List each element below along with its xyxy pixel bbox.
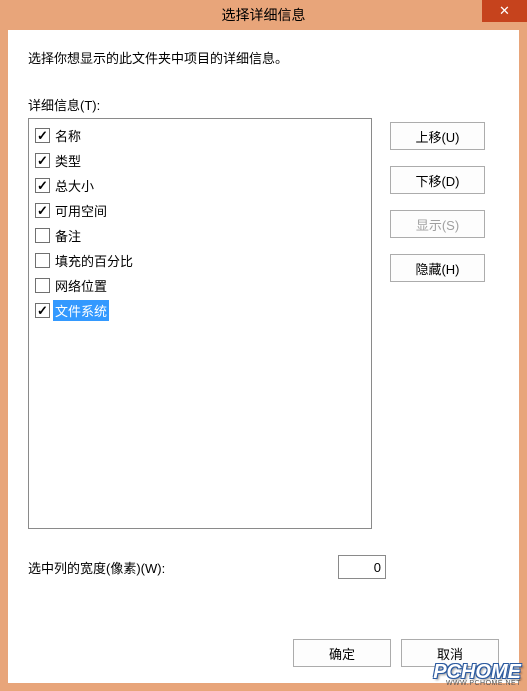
list-item-label: 填充的百分比: [53, 250, 135, 271]
list-item[interactable]: 填充的百分比: [35, 248, 365, 273]
ok-button[interactable]: 确定: [293, 639, 391, 667]
close-button[interactable]: ✕: [482, 0, 527, 22]
list-item-label: 文件系统: [53, 300, 109, 321]
list-item[interactable]: 文件系统: [35, 298, 365, 323]
list-label: 详细信息(T):: [28, 95, 499, 114]
bottom-buttons: 确定 取消: [293, 639, 499, 667]
list-item[interactable]: 备注: [35, 223, 365, 248]
move-up-button[interactable]: 上移(U): [390, 122, 485, 150]
checkbox[interactable]: [35, 153, 50, 168]
details-listbox[interactable]: 名称类型总大小可用空间备注填充的百分比网络位置文件系统: [28, 118, 372, 529]
checkbox[interactable]: [35, 178, 50, 193]
list-item-label: 网络位置: [53, 275, 109, 296]
list-item[interactable]: 可用空间: [35, 198, 365, 223]
width-label: 选中列的宽度(像素)(W):: [28, 558, 165, 577]
list-item[interactable]: 网络位置: [35, 273, 365, 298]
show-button[interactable]: 显示(S): [390, 210, 485, 238]
side-buttons: 上移(U) 下移(D) 显示(S) 隐藏(H): [390, 118, 485, 529]
window-title: 选择详细信息: [222, 5, 306, 25]
move-down-button[interactable]: 下移(D): [390, 166, 485, 194]
instruction-text: 选择你想显示的此文件夹中项目的详细信息。: [28, 48, 499, 67]
list-item-label: 名称: [53, 125, 83, 146]
checkbox[interactable]: [35, 278, 50, 293]
checkbox[interactable]: [35, 303, 50, 318]
width-row: 选中列的宽度(像素)(W):: [28, 555, 499, 579]
list-item-label: 总大小: [53, 175, 96, 196]
close-icon: ✕: [499, 3, 510, 19]
list-item-label: 可用空间: [53, 200, 109, 221]
checkbox[interactable]: [35, 128, 50, 143]
titlebar: 选择详细信息 ✕: [0, 0, 527, 30]
list-item[interactable]: 类型: [35, 148, 365, 173]
width-input[interactable]: [338, 555, 386, 579]
list-item-label: 备注: [53, 225, 83, 246]
checkbox[interactable]: [35, 253, 50, 268]
dialog-content: 选择你想显示的此文件夹中项目的详细信息。 详细信息(T): 名称类型总大小可用空…: [8, 30, 519, 683]
list-item[interactable]: 名称: [35, 123, 365, 148]
hide-button[interactable]: 隐藏(H): [390, 254, 485, 282]
checkbox[interactable]: [35, 228, 50, 243]
list-item-label: 类型: [53, 150, 83, 171]
list-item[interactable]: 总大小: [35, 173, 365, 198]
checkbox[interactable]: [35, 203, 50, 218]
cancel-button[interactable]: 取消: [401, 639, 499, 667]
